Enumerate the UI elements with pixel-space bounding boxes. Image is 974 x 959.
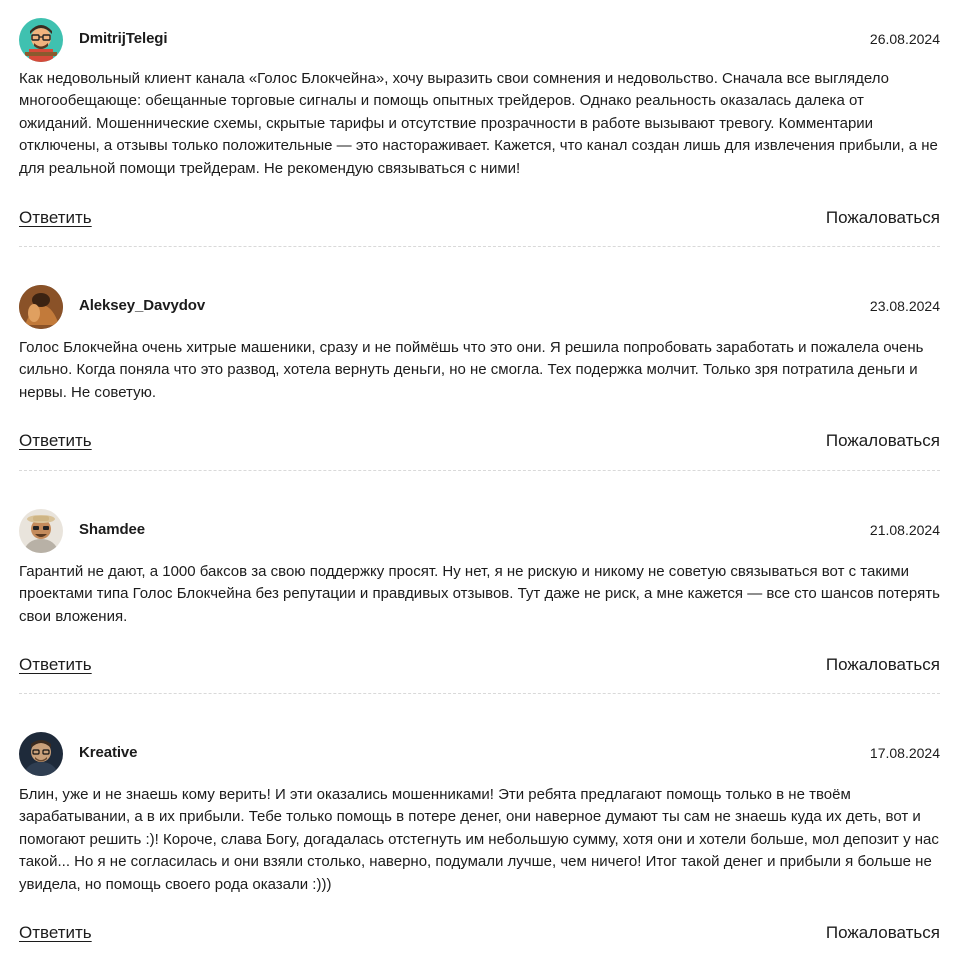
- comment-actions: Ответить Пожаловаться: [19, 923, 940, 945]
- comment-header: Kreative 17.08.2024: [19, 732, 940, 776]
- comment-item: Shamdee 21.08.2024 Гарантий не дают, а 1…: [19, 509, 940, 694]
- comment-header: DmitrijTelegi 26.08.2024: [19, 18, 940, 62]
- divider: [19, 693, 940, 694]
- comment-actions: Ответить Пожаловаться: [19, 431, 940, 453]
- reply-button[interactable]: Ответить: [19, 208, 92, 228]
- comment-header: Aleksey_Davydov 23.08.2024: [19, 285, 940, 329]
- comment-item: Aleksey_Davydov 23.08.2024 Голос Блокчей…: [19, 285, 940, 471]
- report-button[interactable]: Пожаловаться: [826, 431, 940, 451]
- divider: [19, 470, 940, 471]
- comment-text: Как недовольный клиент канала «Голос Бло…: [19, 70, 938, 177]
- comment-date: 23.08.2024: [869, 298, 940, 314]
- report-button[interactable]: Пожаловаться: [826, 208, 940, 228]
- comment-text: Голос Блокчейна очень хитрые машеники, с…: [19, 339, 924, 401]
- report-button[interactable]: Пожаловаться: [826, 923, 940, 943]
- report-button[interactable]: Пожаловаться: [826, 655, 940, 675]
- comment-item: DmitrijTelegi 26.08.2024 Как недовольный…: [19, 18, 940, 247]
- comment-item: Kreative 17.08.2024 Блин, уже и не знаеш…: [19, 732, 940, 942]
- comments-list: DmitrijTelegi 26.08.2024 Как недовольный…: [0, 0, 974, 959]
- divider: [19, 246, 940, 247]
- comment-text: Блин, уже и не знаешь кому верить! И эти…: [19, 786, 939, 893]
- author-name[interactable]: Aleksey_Davydov: [79, 297, 205, 314]
- comment-actions: Ответить Пожаловаться: [19, 208, 940, 230]
- comment-date: 26.08.2024: [869, 31, 940, 47]
- comment-actions: Ответить Пожаловаться: [19, 655, 940, 677]
- author-name[interactable]: DmitrijTelegi: [79, 30, 168, 47]
- comment-header: Shamdee 21.08.2024: [19, 509, 940, 553]
- comment-date: 21.08.2024: [869, 522, 940, 538]
- author-name[interactable]: Kreative: [79, 744, 138, 761]
- cartoon-avatar-icon[interactable]: [19, 18, 63, 62]
- comment-text: Гарантий не дают, а 1000 баксов за свою …: [19, 563, 940, 625]
- photo-avatar-icon[interactable]: [19, 732, 63, 776]
- photo-avatar-icon[interactable]: [19, 509, 63, 553]
- comment-date: 17.08.2024: [869, 745, 940, 761]
- reply-button[interactable]: Ответить: [19, 431, 92, 451]
- reply-button[interactable]: Ответить: [19, 655, 92, 675]
- reply-button[interactable]: Ответить: [19, 923, 92, 943]
- photo-avatar-icon[interactable]: [19, 285, 63, 329]
- author-name[interactable]: Shamdee: [79, 521, 145, 538]
